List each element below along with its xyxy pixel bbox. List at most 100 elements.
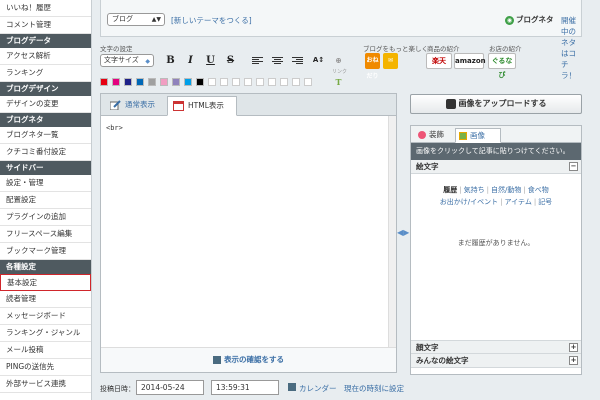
quote-icon[interactable]: T: [332, 76, 345, 89]
emoji-categories: 履歴 | 気持ち | 自然/動物 | 食べ物 お出かけ/イベント | アイテム | 記号: [411, 174, 581, 208]
align-left-icon[interactable]: [252, 57, 263, 66]
panel-splitter-icon[interactable]: ◀▶: [397, 228, 409, 237]
color-swatch[interactable]: [124, 78, 132, 86]
sidebar-item[interactable]: 配置設定: [0, 192, 91, 209]
text-layout-icon[interactable]: A↕: [312, 54, 325, 67]
strikethrough-button[interactable]: S: [224, 54, 237, 67]
editor-tabs: 通常表示 HTML表示: [101, 94, 396, 116]
editor-scrollbar[interactable]: [388, 116, 396, 348]
bold-button[interactable]: B: [164, 54, 177, 67]
sidebar-section-header: ブログネタ: [0, 113, 91, 127]
color-swatch[interactable]: [196, 78, 204, 86]
tab-image-label: 画像: [470, 131, 485, 140]
blogneta-icon: ◉: [505, 15, 514, 25]
sidebar-item[interactable]: フリースペース編集: [0, 226, 91, 243]
empty-color-swatch[interactable]: [244, 78, 252, 86]
empty-color-swatch[interactable]: [256, 78, 264, 86]
sidebar-section-header: サイドバー: [0, 161, 91, 175]
sidebar-item[interactable]: プラグインの追加: [0, 209, 91, 226]
preview-icon: [213, 356, 221, 364]
tab-decoration[interactable]: 装飾: [415, 128, 451, 143]
everyone-emoji-section-header[interactable]: みんなの絵文字 +: [411, 354, 581, 368]
emoji-category-current[interactable]: 履歴: [443, 186, 457, 194]
tab-normal-view[interactable]: 通常表示: [105, 96, 163, 116]
color-swatch[interactable]: [148, 78, 156, 86]
color-swatch[interactable]: [172, 78, 180, 86]
empty-color-swatch[interactable]: [304, 78, 312, 86]
expand-icon[interactable]: +: [569, 356, 578, 365]
emoji-category-link[interactable]: お出かけ/イベント: [440, 198, 498, 206]
emoji-category-link[interactable]: アイテム: [505, 198, 532, 206]
sidebar-item[interactable]: コメント管理: [0, 17, 91, 34]
sidebar-item[interactable]: ブックマーク管理: [0, 243, 91, 260]
emoji-category-link[interactable]: 自然/動物: [491, 186, 521, 194]
italic-button[interactable]: I: [184, 54, 197, 67]
empty-color-swatch[interactable]: [220, 78, 228, 86]
amazon-button[interactable]: amazon: [454, 53, 486, 69]
color-swatch[interactable]: [112, 78, 120, 86]
sidebar-item[interactable]: デザインの変更: [0, 96, 91, 113]
font-size-select[interactable]: 文字サイズ ◆: [100, 54, 154, 67]
sidebar-item[interactable]: 外部サービス連携: [0, 376, 91, 393]
color-swatch[interactable]: [100, 78, 108, 86]
sidebar-item[interactable]: ブログネタ一覧: [0, 127, 91, 144]
color-swatch[interactable]: [184, 78, 192, 86]
sidebar-item[interactable]: クチコミ番付設定: [0, 144, 91, 161]
calendar-icon[interactable]: [288, 383, 296, 391]
upload-image-button[interactable]: 画像をアップロードする: [410, 94, 582, 114]
emoji-category-link[interactable]: 食べ物: [528, 186, 549, 194]
onedari-button[interactable]: おねだり: [365, 53, 380, 80]
sidebar-section-header: ブログデータ: [0, 34, 91, 48]
kaomoji-section-header[interactable]: 顔文字 +: [411, 340, 581, 354]
collapse-icon[interactable]: −: [569, 162, 578, 171]
tab-html-view[interactable]: HTML表示: [167, 96, 237, 116]
sidebar-item[interactable]: ランキング: [0, 65, 91, 82]
gurunavi-button[interactable]: ぐるなび: [488, 53, 516, 79]
sidebar-item[interactable]: 基本設定: [0, 274, 91, 291]
link-icon[interactable]: ⊕: [332, 54, 345, 67]
link-label: リンク: [332, 69, 348, 75]
sidebar-item[interactable]: ランキング・ジャンル: [0, 325, 91, 342]
rakuten-button[interactable]: 楽天: [426, 53, 452, 69]
more-fun-label: ブログをもっと楽しく: [363, 45, 428, 53]
emoji-category-link[interactable]: 気持ち: [464, 186, 485, 194]
onedari-label: おねだり: [366, 57, 379, 80]
everyone-emoji-title: みんなの絵文字: [416, 356, 469, 365]
align-right-icon[interactable]: [292, 57, 303, 66]
product-intro-label: 商品の紹介: [427, 45, 460, 53]
sidebar-item[interactable]: メール投稿: [0, 342, 91, 359]
empty-color-swatch[interactable]: [292, 78, 300, 86]
sidebar-item[interactable]: アクセス解析: [0, 48, 91, 65]
post-time-input[interactable]: 13:59:31: [211, 380, 279, 395]
editor-toolbar: 文字の設定 ブログをもっと楽しく 商品の紹介 お店の紹介 文字サイズ ◆ B I …: [100, 40, 600, 92]
tab-image[interactable]: 画像: [455, 128, 501, 143]
mini-mail-button[interactable]: ✉: [383, 53, 398, 69]
emoji-section-header[interactable]: 絵文字 −: [411, 160, 581, 174]
empty-color-swatch[interactable]: [280, 78, 288, 86]
palette-icon: [418, 131, 426, 139]
preview-label: 表示の確認をする: [224, 355, 284, 364]
emoji-category-link[interactable]: 記号: [538, 198, 552, 206]
empty-color-swatch[interactable]: [268, 78, 276, 86]
sidebar-item[interactable]: 設定・管理: [0, 175, 91, 192]
empty-color-swatch[interactable]: [232, 78, 240, 86]
sidebar-item[interactable]: メッセージボード: [0, 308, 91, 325]
empty-color-swatch[interactable]: [208, 78, 216, 86]
blog-select[interactable]: ブログ ▲▼: [107, 13, 165, 26]
sidebar-item[interactable]: PINGの送信先: [0, 359, 91, 376]
sidebar: いいね！履歴 コメント管理 ブログデータ アクセス解析 ランキング ブログデザイン デザイン…: [0, 0, 92, 400]
sidebar-item[interactable]: いいね！履歴: [0, 0, 91, 17]
new-theme-link[interactable]: [新しいテーマをつくる]: [171, 15, 252, 26]
post-date-input[interactable]: 2014-05-24: [136, 380, 204, 395]
editor-textarea[interactable]: <br>: [101, 116, 396, 348]
expand-icon[interactable]: +: [569, 343, 578, 352]
post-date-label: 投稿日時：: [100, 385, 135, 393]
preview-button[interactable]: 表示の確認をする: [101, 347, 396, 372]
color-swatch[interactable]: [160, 78, 168, 86]
calendar-link[interactable]: カレンダー: [299, 383, 337, 394]
set-current-time-link[interactable]: 現在の時刻に設定: [344, 383, 404, 394]
color-swatch[interactable]: [136, 78, 144, 86]
align-center-icon[interactable]: [272, 57, 283, 66]
underline-button[interactable]: U: [204, 54, 217, 67]
sidebar-item[interactable]: 読者管理: [0, 291, 91, 308]
